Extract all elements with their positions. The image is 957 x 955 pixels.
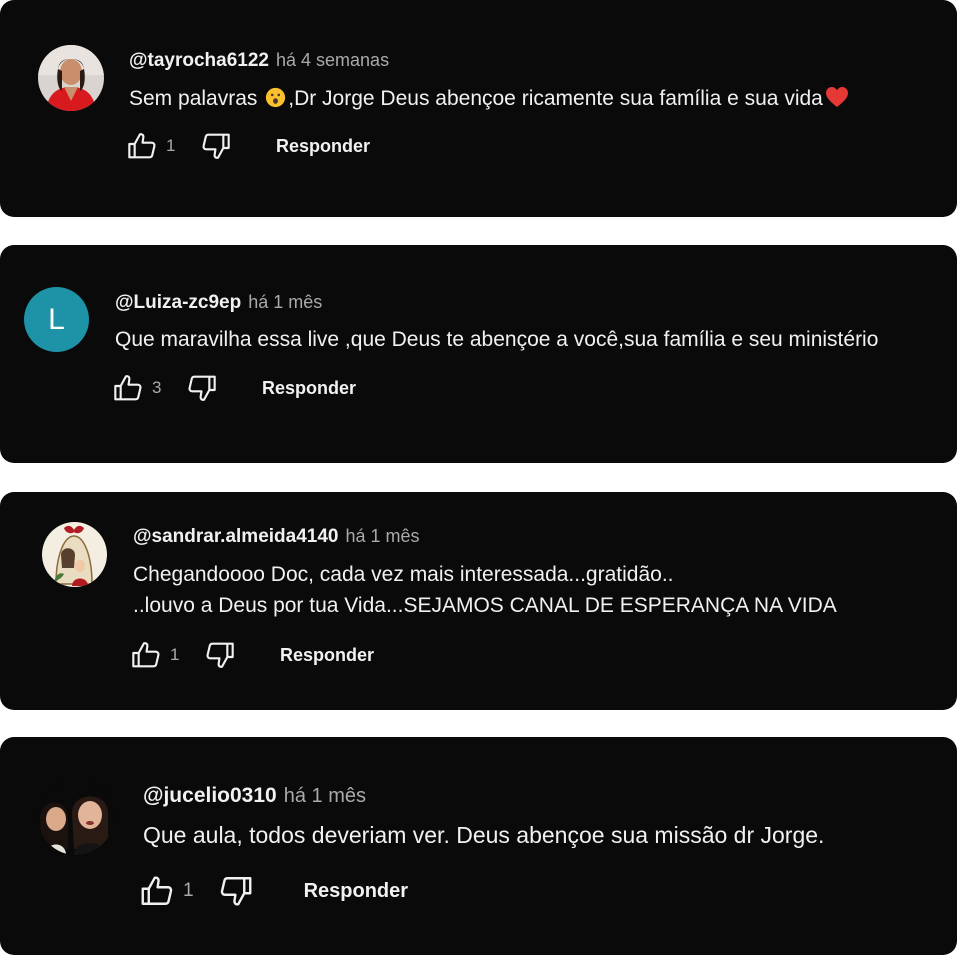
comment-meta: @sandrar.almeida4140 há 1 mês xyxy=(133,526,420,548)
author-handle[interactable]: @tayrocha6122 xyxy=(129,50,269,72)
comment-meta: @Luiza-zc9ep há 1 mês xyxy=(115,292,322,314)
comment-actions: 1 Responder xyxy=(128,635,374,675)
reply-button[interactable]: Responder xyxy=(262,378,356,399)
thumb-up-icon[interactable] xyxy=(124,128,160,164)
comment-meta: @tayrocha6122 há 4 semanas xyxy=(129,50,389,72)
thumb-up-icon[interactable] xyxy=(128,637,164,673)
like-count: 3 xyxy=(152,378,162,397)
reply-button[interactable]: Responder xyxy=(276,136,370,157)
like-count: 1 xyxy=(183,880,194,901)
comment-text-part: ,Dr Jorge Deus abençoe ricamente sua fam… xyxy=(288,87,823,110)
comment-text-line: ..louvo a Deus por tua Vida...SEJAMOS CA… xyxy=(133,594,837,617)
astonished-face-emoji xyxy=(266,87,286,108)
comment-time[interactable]: há 4 semanas xyxy=(276,50,389,71)
red-heart-emoji xyxy=(825,87,848,107)
author-handle[interactable]: @Luiza-zc9ep xyxy=(115,292,241,314)
comment-time[interactable]: há 1 mês xyxy=(284,785,366,808)
author-handle[interactable]: @sandrar.almeida4140 xyxy=(133,526,338,548)
comment-meta: @jucelio0310 há 1 mês xyxy=(143,784,366,808)
thumb-down-icon[interactable] xyxy=(184,370,220,406)
comment-card: @sandrar.almeida4140 há 1 mês Chegandooo… xyxy=(0,492,957,710)
comment-actions: 3 Responder xyxy=(110,368,356,408)
avatar[interactable]: L xyxy=(24,287,89,352)
comment-card: @jucelio0310 há 1 mês Que aula, todos de… xyxy=(0,737,957,955)
comment-text-line: Chegandoooo Doc, cada vez mais interessa… xyxy=(133,563,674,586)
comments-page: @tayrocha6122 há 4 semanas Sem palavras … xyxy=(0,0,957,955)
author-handle[interactable]: @jucelio0310 xyxy=(143,784,277,808)
avatar[interactable] xyxy=(38,779,114,855)
comment-actions: 1 Responder xyxy=(124,126,370,166)
like-count: 1 xyxy=(166,136,176,155)
comment-card: @tayrocha6122 há 4 semanas Sem palavras … xyxy=(0,0,957,217)
thumb-down-icon[interactable] xyxy=(202,637,238,673)
comment-text: Sem palavras ,Dr Jorge Deus abençoe rica… xyxy=(129,83,849,114)
comment-card: L @Luiza-zc9ep há 1 mês Que maravilha es… xyxy=(0,245,957,463)
avatar[interactable] xyxy=(42,522,107,587)
thumb-up-icon[interactable] xyxy=(110,370,146,406)
comment-text-part: Sem palavras xyxy=(129,87,264,110)
comment-text: Que aula, todos deveriam ver. Deus abenç… xyxy=(143,822,825,848)
comment-time[interactable]: há 1 mês xyxy=(248,292,322,313)
comment-text: Chegandoooo Doc, cada vez mais interessa… xyxy=(133,559,837,621)
reply-button[interactable]: Responder xyxy=(280,645,374,666)
avatar[interactable] xyxy=(38,45,104,111)
like-count: 1 xyxy=(170,645,180,664)
reply-button[interactable]: Responder xyxy=(304,880,408,903)
comment-time[interactable]: há 1 mês xyxy=(345,526,419,547)
thumb-down-icon[interactable] xyxy=(216,871,256,911)
thumb-up-icon[interactable] xyxy=(137,871,177,911)
comment-text: Que maravilha essa live ,que Deus te abe… xyxy=(115,328,879,351)
comment-actions: 1 Responder xyxy=(137,871,408,911)
thumb-down-icon[interactable] xyxy=(198,128,234,164)
